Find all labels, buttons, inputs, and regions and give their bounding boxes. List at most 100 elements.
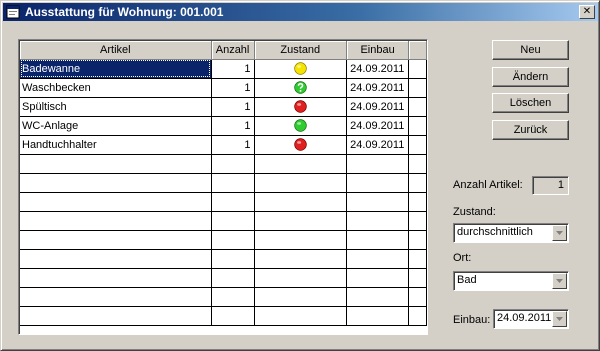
table-row-empty[interactable] — [20, 268, 427, 288]
cell-empty[interactable] — [20, 249, 212, 269]
cell-empty[interactable] — [20, 306, 212, 326]
cell-empty[interactable] — [254, 268, 348, 288]
cell-anzahl[interactable]: 1 — [211, 116, 255, 136]
aendern-button[interactable]: Ändern — [492, 67, 569, 87]
cell-empty[interactable] — [211, 192, 255, 212]
cell-artikel[interactable]: Badewanne — [20, 59, 212, 79]
table-header-row: Artikel Anzahl Zustand Einbau — [20, 41, 427, 60]
neu-button[interactable]: Neu — [492, 40, 569, 60]
chevron-down-icon — [556, 279, 563, 283]
cell-empty[interactable] — [20, 230, 212, 250]
cell-zustand[interactable] — [254, 116, 348, 136]
cell-anzahl[interactable]: 1 — [211, 59, 255, 79]
cell-empty[interactable] — [254, 249, 348, 269]
cell-empty[interactable] — [211, 154, 255, 174]
cell-empty[interactable] — [254, 211, 348, 231]
cell-empty[interactable] — [254, 192, 348, 212]
cell-empty[interactable] — [346, 230, 410, 250]
cell-empty[interactable] — [346, 173, 410, 193]
close-icon: ✕ — [582, 6, 592, 17]
cell-empty[interactable] — [20, 173, 212, 193]
cell-empty[interactable] — [20, 287, 212, 307]
table-row[interactable]: Spültisch 1 24.09.2011 — [20, 97, 427, 117]
table-row-empty[interactable] — [20, 154, 427, 174]
cell-empty[interactable] — [20, 211, 212, 231]
cell-einbau[interactable]: 24.09.2011 — [346, 116, 410, 136]
table-row[interactable]: Badewanne 1 24.09.2011 — [20, 59, 427, 79]
cell-empty[interactable] — [211, 173, 255, 193]
cell-einbau[interactable]: 24.09.2011 — [346, 78, 410, 98]
column-header-einbau[interactable]: Einbau — [346, 41, 410, 60]
status-red-icon — [294, 100, 307, 113]
anzahl-artikel-field: 1 — [532, 176, 569, 195]
cell-empty[interactable] — [346, 192, 410, 212]
cell-empty[interactable] — [20, 192, 212, 212]
cell-spacer — [408, 306, 427, 326]
title-bar[interactable]: Ausstattung für Wohnung: 001.001 ✕ — [3, 3, 598, 21]
cell-empty[interactable] — [254, 230, 348, 250]
cell-empty[interactable] — [211, 249, 255, 269]
table-row-empty[interactable] — [20, 287, 427, 307]
cell-empty[interactable] — [346, 154, 410, 174]
table-row[interactable]: Handtuchhalter 1 24.09.2011 — [20, 135, 427, 155]
cell-empty[interactable] — [254, 287, 348, 307]
zustand-dropdown-button[interactable] — [552, 225, 567, 241]
cell-zustand[interactable] — [254, 59, 348, 79]
cell-empty[interactable] — [346, 306, 410, 326]
cell-spacer — [408, 192, 427, 212]
cell-empty[interactable] — [20, 268, 212, 288]
cell-empty[interactable] — [346, 249, 410, 269]
ort-combobox[interactable]: Bad — [453, 271, 569, 291]
cell-empty[interactable] — [254, 173, 348, 193]
ort-dropdown-button[interactable] — [552, 273, 567, 289]
cell-zustand[interactable] — [254, 135, 348, 155]
einbau-date-picker[interactable]: 24.09.2011 — [493, 309, 569, 329]
cell-empty[interactable] — [254, 306, 348, 326]
table-row-empty[interactable] — [20, 230, 427, 250]
einbau-dropdown-button[interactable] — [552, 311, 567, 327]
cell-artikel[interactable]: Waschbecken — [20, 78, 212, 98]
loeschen-button[interactable]: Löschen — [492, 93, 569, 113]
column-header-artikel[interactable]: Artikel — [20, 41, 212, 60]
close-button[interactable]: ✕ — [579, 5, 595, 19]
articles-grid[interactable]: Artikel Anzahl Zustand Einbau Badewanne 1… — [18, 39, 428, 335]
column-header-anzahl[interactable]: Anzahl — [211, 41, 255, 60]
table-row-empty[interactable] — [20, 249, 427, 269]
articles-table: Artikel Anzahl Zustand Einbau Badewanne 1… — [20, 41, 427, 326]
status-red-icon — [294, 138, 307, 151]
table-row-empty[interactable] — [20, 211, 427, 231]
cell-empty[interactable] — [211, 287, 255, 307]
cell-einbau[interactable]: 24.09.2011 — [346, 135, 410, 155]
cell-artikel[interactable]: WC-Anlage — [20, 116, 212, 136]
table-row[interactable]: WC-Anlage 1 24.09.2011 — [20, 116, 427, 136]
table-row[interactable]: Waschbecken 1 24.09.2011 — [20, 78, 427, 98]
cell-einbau[interactable]: 24.09.2011 — [346, 97, 410, 117]
cell-empty[interactable] — [254, 154, 348, 174]
table-row-empty[interactable] — [20, 306, 427, 326]
cell-zustand[interactable] — [254, 97, 348, 117]
zustand-combobox[interactable]: durchschnittlich — [453, 223, 569, 243]
cell-einbau[interactable]: 24.09.2011 — [346, 59, 410, 79]
column-header-spacer — [408, 41, 427, 60]
table-row-empty[interactable] — [20, 173, 427, 193]
cell-spacer — [408, 78, 427, 98]
einbau-value: 24.09.2011 — [497, 312, 552, 324]
cell-empty[interactable] — [211, 211, 255, 231]
zurueck-button[interactable]: Zurück — [492, 120, 569, 140]
cell-artikel[interactable]: Handtuchhalter — [20, 135, 212, 155]
cell-anzahl[interactable]: 1 — [211, 97, 255, 117]
column-header-zustand[interactable]: Zustand — [254, 41, 348, 60]
cell-empty[interactable] — [20, 154, 212, 174]
cell-empty[interactable] — [346, 211, 410, 231]
cell-artikel[interactable]: Spültisch — [20, 97, 212, 117]
cell-anzahl[interactable]: 1 — [211, 78, 255, 98]
cell-spacer — [408, 211, 427, 231]
cell-empty[interactable] — [211, 306, 255, 326]
cell-anzahl[interactable]: 1 — [211, 135, 255, 155]
cell-empty[interactable] — [211, 268, 255, 288]
cell-zustand[interactable] — [254, 78, 348, 98]
cell-empty[interactable] — [346, 268, 410, 288]
cell-empty[interactable] — [346, 287, 410, 307]
table-row-empty[interactable] — [20, 192, 427, 212]
cell-empty[interactable] — [211, 230, 255, 250]
